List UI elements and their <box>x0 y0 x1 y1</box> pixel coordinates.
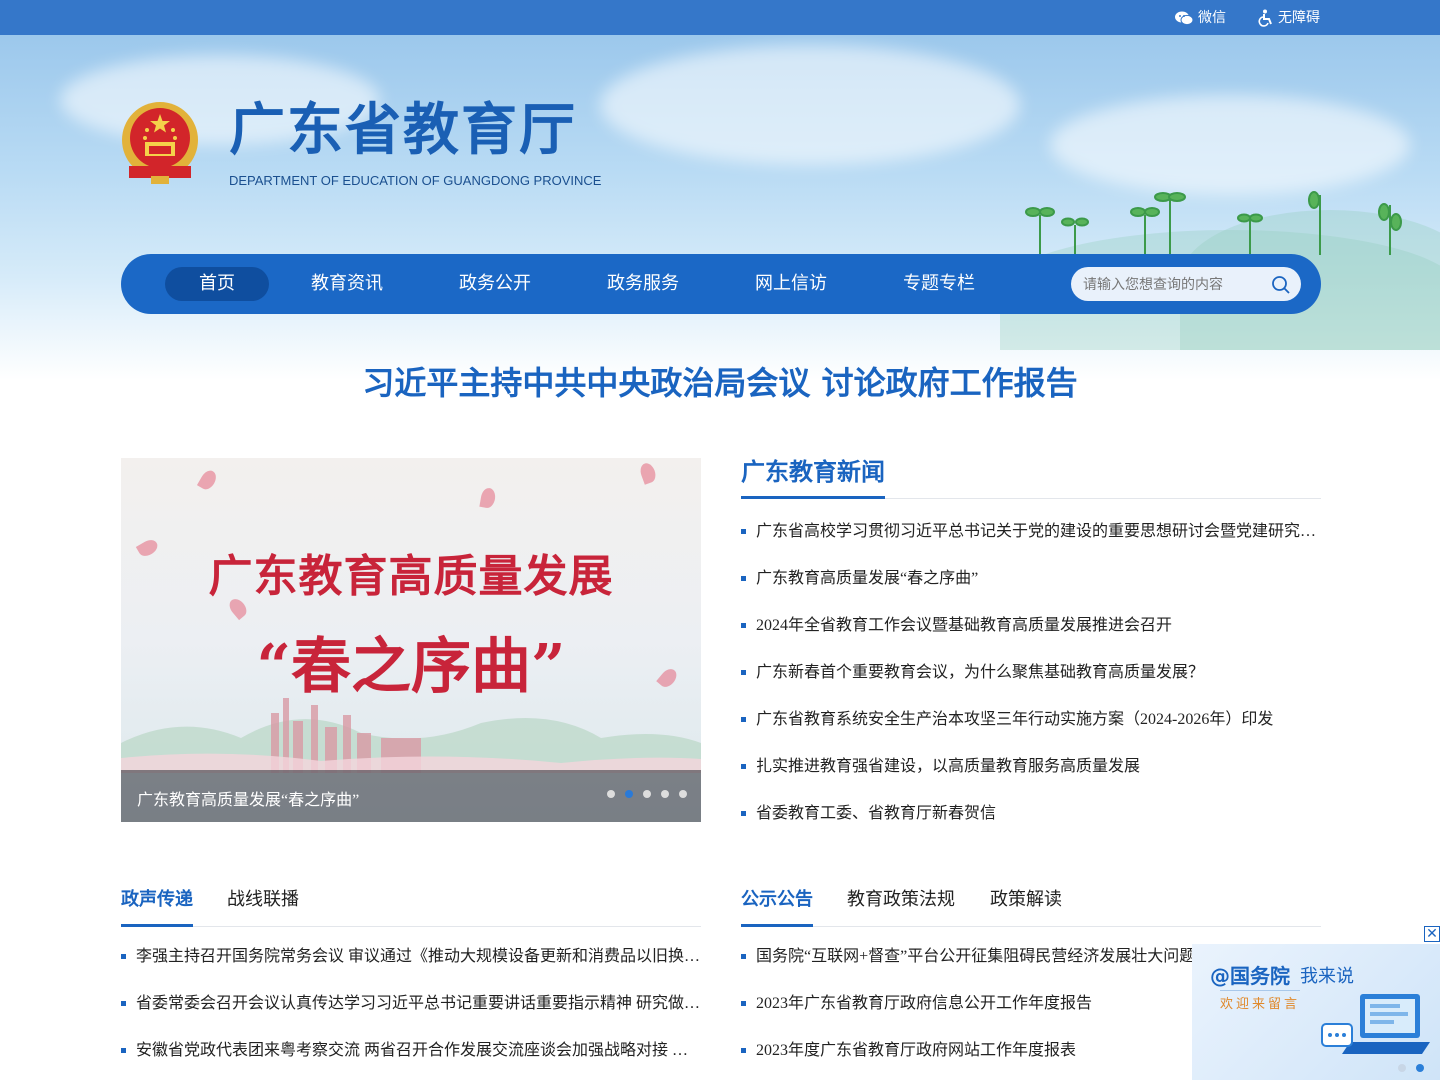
list-item[interactable]: 李强主持召开国务院常务会议 审议通过《推动大规模设备更新和消费品以旧换新行动方案… <box>121 933 701 980</box>
search-box <box>1071 267 1301 303</box>
slide-image-title: 广东教育高质量发展 <box>208 551 614 602</box>
site-title[interactable]: 广东省教育厅 <box>229 96 577 166</box>
slide-image-subtitle: “春之序曲” <box>256 632 566 702</box>
image-slider[interactable]: 广东教育高质量发展 “春之序曲” 广东教育高质量发展“春之序曲” <box>121 458 701 822</box>
main-nav: 首页 教育资讯 政务公开 政务服务 网上信访 专题专栏 <box>121 254 1321 314</box>
slider-dot-2[interactable] <box>625 790 633 798</box>
site-subtitle: DEPARTMENT OF EDUCATION OF GUANGDONG PRO… <box>229 173 602 188</box>
list-item[interactable]: 省委常委会召开会议认真传达学习习近平总书记重要讲话重要指示精神 研究做好有关工作 <box>121 980 701 1027</box>
accessibility-icon <box>1258 9 1272 27</box>
list-item[interactable]: 安徽省党政代表团来粤考察交流 两省召开合作发展交流座谈会加强战略对接 深化务实合… <box>121 1027 701 1074</box>
accessibility-link[interactable]: 无障碍 <box>1258 0 1320 35</box>
slider-dot-5[interactable] <box>679 790 687 798</box>
wechat-icon <box>1175 11 1194 25</box>
header-banner <box>0 35 1440 380</box>
policy-voice-list: 李强主持召开国务院常务会议 审议通过《推动大规模设备更新和消费品以旧换新行动方案… <box>121 933 701 1074</box>
search-icon[interactable] <box>1271 275 1291 295</box>
accessibility-label: 无障碍 <box>1278 9 1320 25</box>
floating-feedback-ad[interactable]: @国务院 我来说 欢迎来留言 <box>1192 944 1440 1080</box>
policy-voice-header: 政声传递 战线联播 <box>121 876 701 927</box>
tab-announcements[interactable]: 公示公告 <box>741 876 813 927</box>
slider-dot-1[interactable] <box>607 790 615 798</box>
ad-welcome-text: 欢迎来留言 <box>1220 990 1301 1012</box>
slide-caption-bar: 广东教育高质量发展“春之序曲” <box>121 770 701 822</box>
slider-dots <box>607 790 687 798</box>
news-item[interactable]: 2024年全省教育工作会议暨基础教育高质量发展推进会召开 <box>741 602 1321 649</box>
announcements-header: 公示公告 教育政策法规 政策解读 <box>741 876 1321 927</box>
slider-dot-4[interactable] <box>661 790 669 798</box>
news-section-header: 广东教育新闻 <box>741 448 1321 499</box>
nav-education-news[interactable]: 教育资讯 <box>297 267 397 301</box>
national-emblem-logo[interactable] <box>121 100 199 186</box>
tab-policy-voice[interactable]: 政声传递 <box>121 876 193 927</box>
nav-online-petition[interactable]: 网上信访 <box>741 267 841 301</box>
search-input[interactable] <box>1081 267 1265 303</box>
nav-government-affairs[interactable]: 政务公开 <box>445 267 545 301</box>
tab-guangdong-education-news[interactable]: 广东教育新闻 <box>741 448 885 499</box>
headline-link[interactable]: 习近平主持中共中央政治局会议 讨论政府工作报告 <box>0 358 1440 404</box>
nav-special-topics[interactable]: 专题专栏 <box>889 267 989 301</box>
top-utility-bar: 微信 无障碍 <box>0 0 1440 35</box>
news-item[interactable]: 广东省高校学习贯彻习近平总书记关于党的建设的重要思想研讨会暨党建研究会年会召开 <box>741 508 1321 555</box>
ad-title: @国务院 <box>1210 964 1290 988</box>
wechat-label: 微信 <box>1198 9 1226 25</box>
news-list: 广东省高校学习贯彻习近平总书记关于党的建设的重要思想研讨会暨党建研究会年会召开 … <box>741 508 1321 837</box>
tab-frontline-broadcast[interactable]: 战线联播 <box>227 876 299 924</box>
tab-policy-interpretation[interactable]: 政策解读 <box>990 876 1062 924</box>
wechat-link[interactable]: 微信 <box>1174 0 1226 35</box>
nav-government-services[interactable]: 政务服务 <box>593 267 693 301</box>
city-skyline-icon <box>121 698 701 773</box>
news-item[interactable]: 广东省教育系统安全生产治本攻坚三年行动实施方案（2024-2026年）印发 <box>741 696 1321 743</box>
slide-caption[interactable]: 广东教育高质量发展“春之序曲” <box>137 786 359 810</box>
close-ad-button[interactable]: ✕ <box>1424 926 1440 942</box>
news-item[interactable]: 广东教育高质量发展“春之序曲” <box>741 555 1321 602</box>
laptop-illustration-icon <box>1321 994 1430 1072</box>
sprout-decoration-icon <box>1025 191 1402 255</box>
slider-dot-3[interactable] <box>643 790 651 798</box>
nav-home[interactable]: 首页 <box>165 267 269 301</box>
news-item[interactable]: 省委教育工委、省教育厅新春贺信 <box>741 790 1321 837</box>
news-item[interactable]: 广东新春首个重要教育会议，为什么聚焦基础教育高质量发展？ <box>741 649 1321 696</box>
tab-education-policy-regulations[interactable]: 教育政策法规 <box>847 876 955 924</box>
news-item[interactable]: 扎实推进教育强省建设，以高质量教育服务高质量发展 <box>741 743 1321 790</box>
